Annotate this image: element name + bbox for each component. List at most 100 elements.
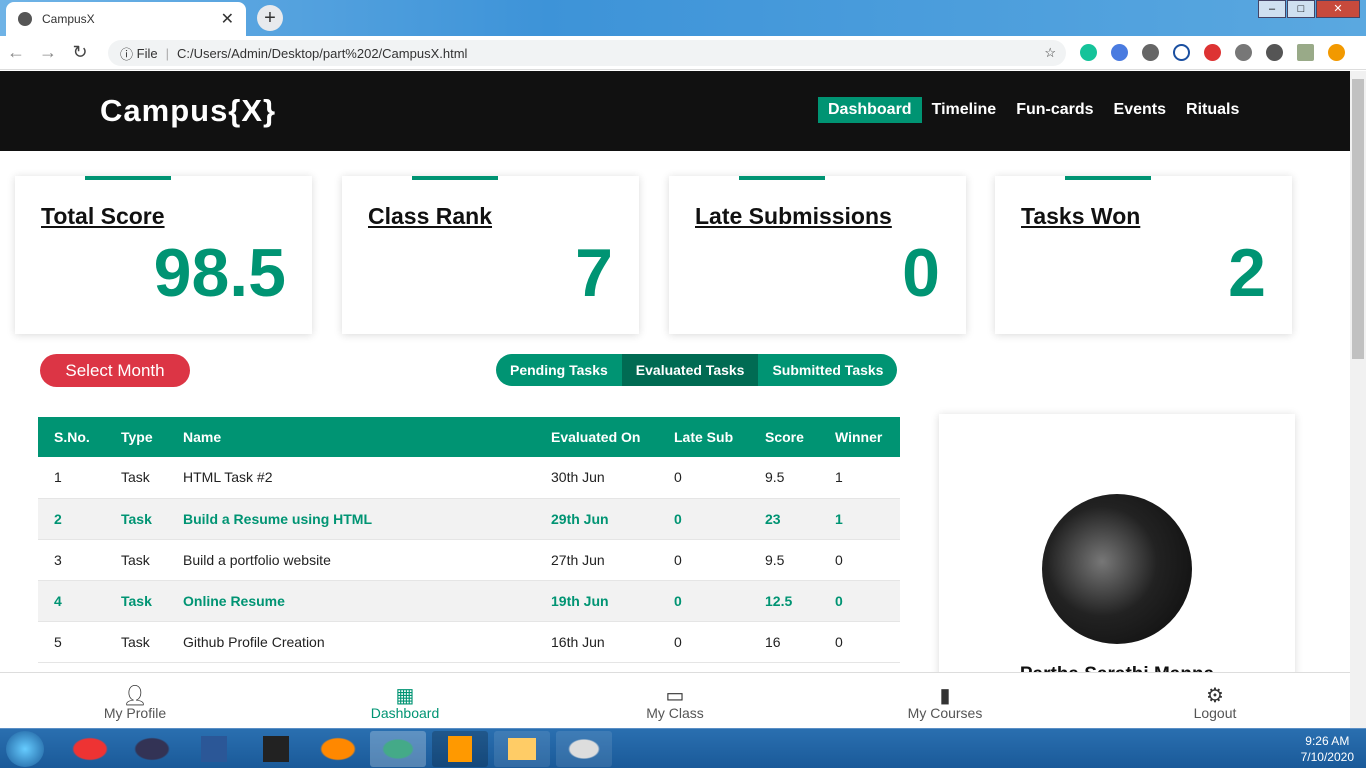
block-icon[interactable] — [1173, 44, 1190, 61]
stat-value: 0 — [902, 235, 940, 311]
table-cell: Task — [105, 457, 167, 499]
table-cell: 30th Jun — [535, 457, 658, 499]
page: Campus{X} Dashboard Timeline Fun-cards E… — [0, 71, 1350, 728]
opera-icon[interactable] — [62, 731, 118, 767]
reload-icon[interactable]: ↻ — [64, 42, 96, 63]
clock-time: 9:26 AM — [1305, 734, 1350, 748]
back-icon[interactable]: ← — [0, 42, 32, 63]
table-cell: 29th Jun — [535, 498, 658, 540]
browser-tab-bar: CampusX ✕ + – □ ✕ — [0, 0, 1366, 36]
col-name: Name — [167, 417, 535, 457]
stat-value: 2 — [1228, 235, 1266, 311]
firefox-icon[interactable] — [310, 731, 366, 767]
word-icon[interactable] — [186, 731, 242, 767]
bottom-nav: 👤︎ My Profile ▦ Dashboard ▭ My Class ▮ My Co… — [0, 672, 1350, 728]
select-month-button[interactable]: Select Month — [40, 354, 190, 387]
translate-icon[interactable] — [1111, 44, 1128, 61]
stat-card-late-submissions: Late Submissions 0 — [669, 176, 966, 334]
browser-tab[interactable]: CampusX ✕ — [6, 2, 246, 36]
url-input[interactable]: ⓘ File | C:/Users/Admin/Desktop/part%202/C… — [108, 40, 1066, 66]
tab-submitted-tasks[interactable]: Submitted Tasks — [758, 354, 897, 386]
stat-title: Total Score — [41, 203, 165, 229]
nav-timeline[interactable]: Timeline — [922, 97, 1007, 123]
paint-icon[interactable] — [556, 731, 612, 767]
devices-icon: ▭ — [665, 685, 685, 707]
table-cell: 2 — [38, 498, 105, 540]
table-cell: 0 — [658, 457, 749, 499]
close-window-button[interactable]: ✕ — [1316, 0, 1360, 18]
bottom-nav-label: My Class — [646, 705, 704, 721]
table-cell: 16th Jun — [535, 621, 658, 663]
puzzle-icon[interactable] — [1266, 44, 1283, 61]
bottom-nav-logout[interactable]: ⚙ Logout — [1080, 673, 1350, 728]
chrome-icon[interactable] — [370, 731, 426, 767]
nav-rituals[interactable]: Rituals — [1176, 97, 1249, 123]
bookmark-star-icon[interactable]: ☆ — [1044, 45, 1056, 61]
start-button[interactable] — [6, 731, 44, 767]
eclipse-icon[interactable] — [124, 731, 180, 767]
bottom-nav-label: My Profile — [103, 705, 167, 721]
bottom-nav-dashboard[interactable]: ▦ Dashboard — [270, 673, 540, 728]
table-row: 2 Task Build a Resume using HTML 29th Jun 0 2… — [38, 498, 900, 540]
nav-fun-cards[interactable]: Fun-cards — [1006, 97, 1103, 123]
table-cell: Task — [105, 539, 167, 581]
close-tab-icon[interactable]: ✕ — [221, 9, 234, 29]
avatar-icon[interactable] — [1297, 44, 1314, 61]
table-cell: 1 — [819, 457, 900, 499]
windows-taskbar: 9:26 AM 7/10/2020 — [0, 728, 1366, 768]
table-cell: 0 — [819, 621, 900, 663]
tab-title: CampusX — [42, 12, 95, 26]
tab-pending-tasks[interactable]: Pending Tasks — [496, 354, 622, 386]
maximize-button[interactable]: □ — [1287, 0, 1315, 18]
bottom-nav-label: My Courses — [907, 705, 983, 721]
col-evaluated-on: Evaluated On — [535, 417, 658, 457]
dashboard-icon: ▦ — [395, 685, 415, 707]
pokeball-icon[interactable] — [1204, 44, 1221, 61]
stat-card-tasks-won: Tasks Won 2 — [995, 176, 1292, 334]
bottom-nav-label: Logout — [1193, 705, 1237, 721]
nav-events[interactable]: Events — [1104, 97, 1176, 123]
bottom-nav-label: Dashboard — [370, 705, 440, 721]
table-cell: 5 — [38, 621, 105, 663]
sublime-icon[interactable] — [432, 731, 488, 767]
stat-value: 98.5 — [153, 235, 286, 311]
table-cell: 23 — [749, 498, 819, 540]
table-cell: 19th Jun — [535, 580, 658, 622]
table-cell: 1 — [38, 457, 105, 499]
extension-icon[interactable] — [1235, 44, 1252, 61]
table-cell: 4 — [38, 580, 105, 622]
table-cell: 12.5 — [749, 580, 819, 622]
col-winner: Winner — [819, 417, 900, 457]
bottom-nav-my-class[interactable]: ▭ My Class — [540, 673, 810, 728]
new-tab-button[interactable]: + — [257, 5, 283, 31]
clock[interactable]: 9:26 AM 7/10/2020 — [1301, 733, 1354, 765]
minimize-button[interactable]: – — [1258, 0, 1286, 18]
grammarly-icon[interactable] — [1080, 44, 1097, 61]
table-row: 5 Task Github Profile Creation 16th Jun 0 16 0 — [38, 621, 900, 663]
stat-card-class-rank: Class Rank 7 — [342, 176, 639, 334]
adblock-icon[interactable] — [1142, 44, 1159, 61]
table-cell: 9.5 — [749, 457, 819, 499]
explorer-icon[interactable] — [494, 731, 550, 767]
table-cell: 3 — [38, 539, 105, 581]
table-cell: Build a Resume using HTML — [167, 498, 535, 540]
col-late-sub: Late Sub — [658, 417, 749, 457]
nav-dashboard[interactable]: Dashboard — [818, 97, 922, 123]
table-row: 1 Task HTML Task #2 30th Jun 0 9.5 1 — [38, 457, 900, 499]
table-cell: Build a portfolio website — [167, 539, 535, 581]
info-icon: ⓘ — [120, 46, 137, 62]
table-cell: 9.5 — [749, 539, 819, 581]
update-icon[interactable] — [1328, 44, 1345, 61]
navbar: Campus{X} Dashboard Timeline Fun-cards E… — [0, 71, 1350, 151]
table-cell: Task — [105, 498, 167, 540]
stat-card-total-score: Total Score 98.5 — [15, 176, 312, 334]
col-score: Score — [749, 417, 819, 457]
tab-evaluated-tasks[interactable]: Evaluated Tasks — [621, 354, 759, 386]
table-row: 3 Task Build a portfolio website 27th Jun 0 9… — [38, 539, 900, 581]
bottom-nav-my-courses[interactable]: ▮ My Courses — [810, 673, 1080, 728]
bottom-nav-my-profile[interactable]: 👤︎ My Profile — [0, 673, 270, 728]
pycharm-icon[interactable] — [248, 731, 304, 767]
table-cell: 0 — [658, 621, 749, 663]
forward-icon[interactable]: → — [32, 42, 64, 63]
page-scrollbar[interactable] — [1350, 71, 1366, 728]
